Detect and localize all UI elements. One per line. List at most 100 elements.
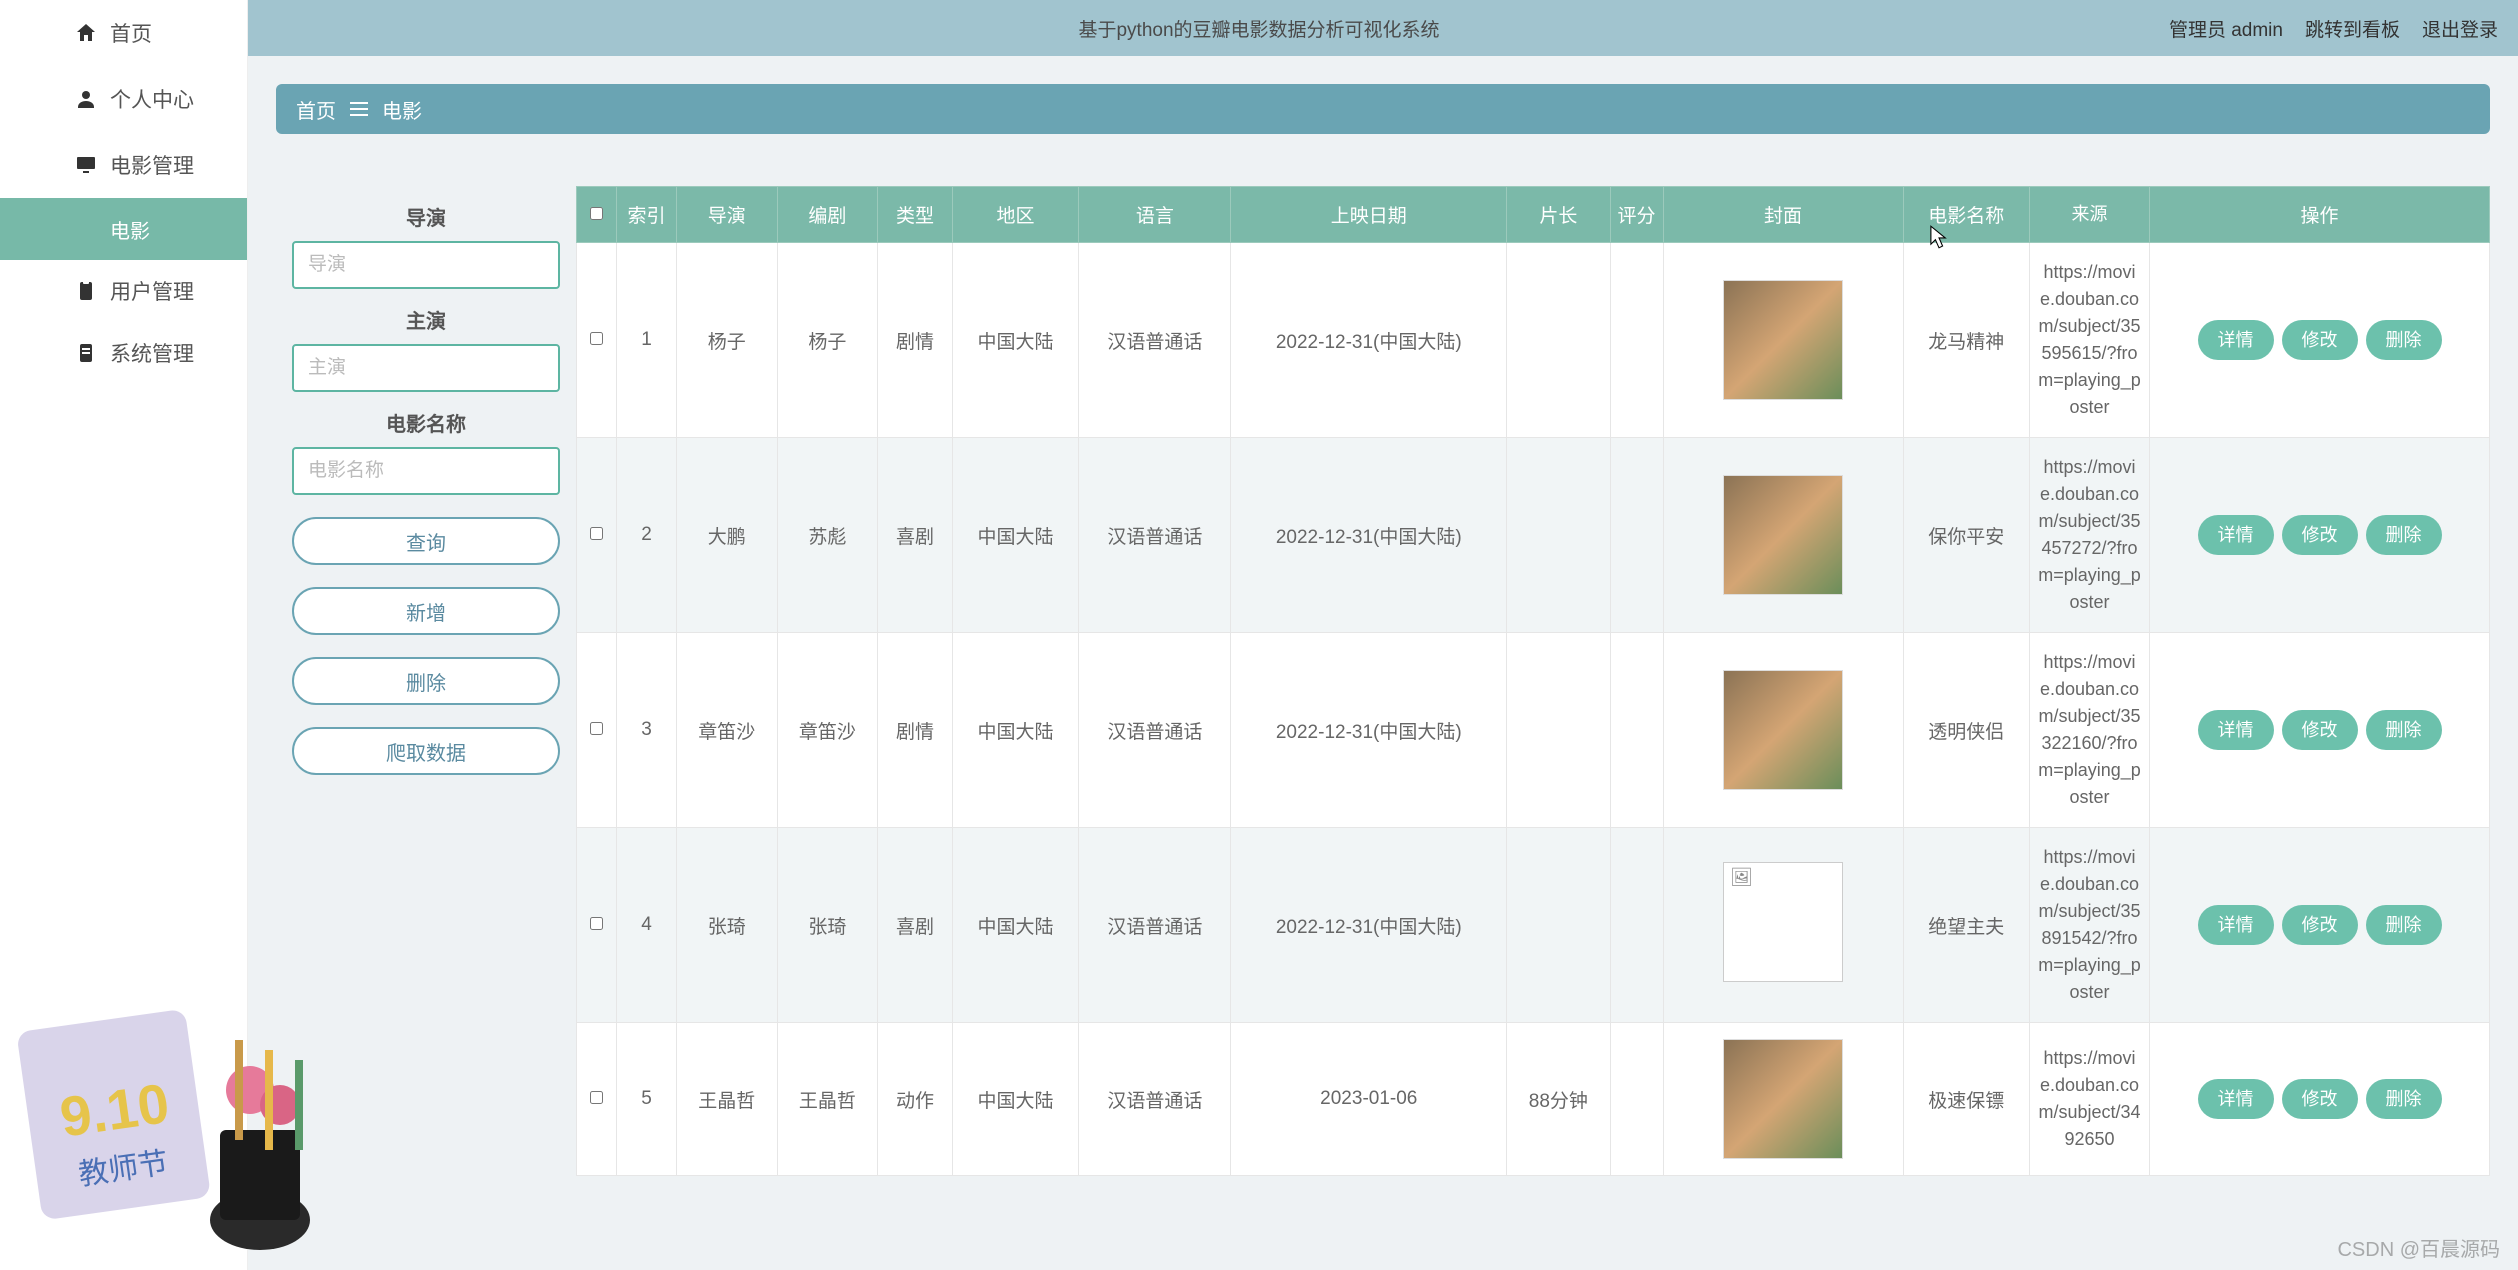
cell-index: 2 — [617, 438, 677, 633]
table-row: 1杨子杨子剧情中国大陆汉语普通话2022-12-31(中国大陆)龙马精神http… — [577, 243, 2490, 438]
sidebar-subitem-movie[interactable]: 电影 — [0, 198, 247, 260]
breadcrumb-sep-icon — [350, 102, 368, 116]
query-button[interactable]: 查询 — [292, 517, 560, 565]
sidebar-item-sys-mgmt[interactable]: 系统管理 — [0, 322, 247, 384]
decorative-image: 9.10 教师节 — [10, 980, 330, 1260]
sidebar-item-user-mgmt[interactable]: 用户管理 — [0, 260, 247, 322]
sidebar-item-label: 用户管理 — [110, 276, 194, 306]
edit-button[interactable]: 修改 — [2282, 320, 2358, 360]
add-button[interactable]: 新增 — [292, 587, 560, 635]
table-row: 3章笛沙章笛沙剧情中国大陆汉语普通话2022-12-31(中国大陆)透明侠侣ht… — [577, 633, 2490, 828]
cell-cover — [1663, 633, 1903, 828]
detail-button[interactable]: 详情 — [2198, 320, 2274, 360]
movie-table: 索引 导演 编剧 类型 地区 语言 上映日期 片长 评分 封面 电影名称 来源 — [576, 186, 2490, 1176]
cell-release: 2022-12-31(中国大陆) — [1231, 243, 1507, 438]
th-name: 电影名称 — [1903, 187, 2029, 243]
th-runtime: 片长 — [1507, 187, 1610, 243]
cell-language: 汉语普通话 — [1079, 1023, 1231, 1176]
filter-name-label: 电影名称 — [292, 408, 560, 437]
edit-button[interactable]: 修改 — [2282, 515, 2358, 555]
filter-director-input[interactable] — [292, 241, 560, 289]
row-delete-button[interactable]: 删除 — [2366, 905, 2442, 945]
cell-release: 2022-12-31(中国大陆) — [1231, 828, 1507, 1023]
cell-rating — [1610, 438, 1663, 633]
cell-ops: 详情修改删除 — [2150, 633, 2490, 828]
cover-image[interactable] — [1723, 1039, 1843, 1159]
cell-director: 杨子 — [677, 243, 778, 438]
admin-label[interactable]: 管理员 admin — [2169, 15, 2283, 42]
cell-source: https://movie.douban.com/subject/3559561… — [2030, 243, 2150, 438]
edit-button[interactable]: 修改 — [2282, 710, 2358, 750]
cell-runtime — [1507, 633, 1610, 828]
cell-release: 2022-12-31(中国大陆) — [1231, 633, 1507, 828]
cell-rating — [1610, 243, 1663, 438]
cell-name: 保你平安 — [1903, 438, 2029, 633]
row-delete-button[interactable]: 删除 — [2366, 710, 2442, 750]
cover-image[interactable] — [1723, 475, 1843, 595]
detail-button[interactable]: 详情 — [2198, 1079, 2274, 1119]
sidebar-item-movie-mgmt[interactable]: 电影管理 — [0, 132, 247, 198]
row-delete-button[interactable]: 删除 — [2366, 1079, 2442, 1119]
crawl-button[interactable]: 爬取数据 — [292, 727, 560, 775]
row-checkbox[interactable] — [590, 527, 603, 540]
row-checkbox[interactable] — [590, 332, 603, 345]
th-language: 语言 — [1079, 187, 1231, 243]
cell-ops: 详情修改删除 — [2150, 438, 2490, 633]
cell-ops: 详情修改删除 — [2150, 828, 2490, 1023]
sidebar-item-label: 电影 — [110, 215, 150, 244]
cell-runtime — [1507, 828, 1610, 1023]
dashboard-link[interactable]: 跳转到看板 — [2305, 15, 2400, 42]
row-delete-button[interactable]: 删除 — [2366, 320, 2442, 360]
th-ops: 操作 — [2150, 187, 2490, 243]
cell-ops: 详情修改删除 — [2150, 1023, 2490, 1176]
filter-director-label: 导演 — [292, 202, 560, 231]
cell-runtime — [1507, 243, 1610, 438]
cover-image[interactable] — [1723, 670, 1843, 790]
cell-language: 汉语普通话 — [1079, 828, 1231, 1023]
cell-genre: 喜剧 — [878, 828, 953, 1023]
th-director: 导演 — [677, 187, 778, 243]
logout-link[interactable]: 退出登录 — [2422, 15, 2498, 42]
cell-index: 5 — [617, 1023, 677, 1176]
main-area: 首页 电影 导演 主演 电影名称 查询 新增 删除 爬取数据 — [248, 56, 2518, 1270]
row-checkbox[interactable] — [590, 1091, 603, 1104]
app-title: 基于python的豆瓣电影数据分析可视化系统 — [0, 15, 2518, 42]
breadcrumb: 首页 电影 — [276, 84, 2490, 134]
cell-language: 汉语普通话 — [1079, 633, 1231, 828]
detail-button[interactable]: 详情 — [2198, 710, 2274, 750]
cell-region: 中国大陆 — [952, 1023, 1078, 1176]
filter-lead-input[interactable] — [292, 344, 560, 392]
filter-name-input[interactable] — [292, 447, 560, 495]
cell-cover — [1663, 438, 1903, 633]
cell-genre: 剧情 — [878, 633, 953, 828]
detail-button[interactable]: 详情 — [2198, 515, 2274, 555]
sidebar-item-home[interactable]: 首页 — [0, 0, 247, 66]
row-checkbox[interactable] — [590, 722, 603, 735]
sidebar-item-label: 系统管理 — [110, 338, 194, 368]
edit-button[interactable]: 修改 — [2282, 1079, 2358, 1119]
cell-index: 1 — [617, 243, 677, 438]
cell-index: 3 — [617, 633, 677, 828]
watermark: CSDN @百晨源码 — [2337, 1233, 2500, 1262]
sidebar-item-personal[interactable]: 个人中心 — [0, 66, 247, 132]
cell-cover — [1663, 243, 1903, 438]
table-wrap[interactable]: 索引 导演 编剧 类型 地区 语言 上映日期 片长 评分 封面 电影名称 来源 — [576, 166, 2490, 1270]
header-checkbox[interactable] — [590, 207, 603, 220]
home-icon — [74, 21, 98, 45]
table-row: 5王晶哲王晶哲动作中国大陆汉语普通话2023-01-0688分钟极速保镖http… — [577, 1023, 2490, 1176]
person-icon — [74, 87, 98, 111]
breadcrumb-home[interactable]: 首页 — [296, 95, 336, 124]
th-genre: 类型 — [878, 187, 953, 243]
cell-name: 透明侠侣 — [1903, 633, 2029, 828]
detail-button[interactable]: 详情 — [2198, 905, 2274, 945]
cell-name: 龙马精神 — [1903, 243, 2029, 438]
cell-ops: 详情修改删除 — [2150, 243, 2490, 438]
cell-language: 汉语普通话 — [1079, 243, 1231, 438]
edit-button[interactable]: 修改 — [2282, 905, 2358, 945]
sidebar-item-label: 个人中心 — [110, 84, 194, 114]
row-delete-button[interactable]: 删除 — [2366, 515, 2442, 555]
delete-button[interactable]: 删除 — [292, 657, 560, 705]
row-checkbox[interactable] — [590, 917, 603, 930]
cover-image[interactable] — [1723, 280, 1843, 400]
cell-writer: 杨子 — [777, 243, 878, 438]
